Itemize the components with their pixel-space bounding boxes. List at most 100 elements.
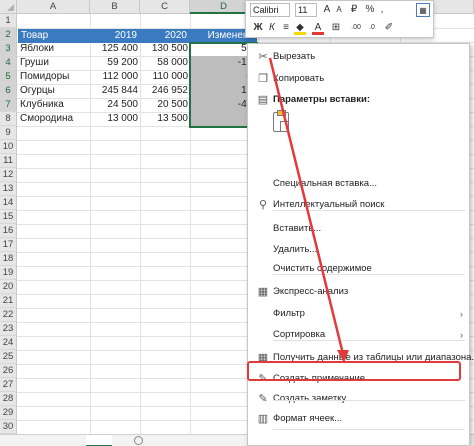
menu-item-3[interactable]: Специальная вставка... — [248, 173, 469, 195]
menu-separator — [273, 400, 465, 401]
row-header-21[interactable]: 21 — [0, 294, 17, 308]
row-header-3[interactable]: 3 — [0, 42, 17, 56]
increase-font-icon[interactable]: A — [321, 3, 333, 17]
menu-item-label: Параметры вставки: — [273, 94, 371, 105]
menu-item-5[interactable]: Вставить... — [248, 218, 469, 240]
menu-item-11[interactable]: ▦ Получить данные из таблицы или диапазон… — [248, 347, 474, 369]
row-header-7[interactable]: 7 — [0, 98, 17, 112]
menu-item-10[interactable]: Сортировка › — [248, 324, 469, 346]
font-name-select[interactable]: Calibri — [250, 3, 290, 17]
cell-product[interactable]: Клубника — [18, 98, 90, 112]
row-header-22[interactable]: 22 — [0, 308, 17, 322]
column-header-b[interactable]: B — [90, 0, 140, 14]
cell-y2020[interactable]: 130 500 — [140, 42, 190, 56]
menu-item-12[interactable]: ✎ Создать примечание — [248, 368, 469, 390]
row-header-12[interactable]: 12 — [0, 168, 17, 182]
cell-y2019[interactable]: 125 400 — [90, 42, 140, 56]
row-header-6[interactable]: 6 — [0, 84, 17, 98]
scissors-icon: ✂ — [258, 51, 268, 63]
copy-icon: ❐ — [258, 73, 268, 85]
menu-item-0[interactable]: ✂ Вырезать — [248, 46, 469, 68]
cell-y2020[interactable]: 110 000 — [140, 70, 190, 84]
menu-item-7[interactable]: Очистить содержимое — [248, 258, 469, 280]
column-header-a[interactable]: A — [17, 0, 90, 14]
row-header-8[interactable]: 8 — [0, 112, 17, 126]
cell-product[interactable]: Смородина — [18, 112, 90, 126]
row-header-26[interactable]: 26 — [0, 364, 17, 378]
decrease-decimal-icon[interactable]: .00 — [349, 21, 363, 35]
paste-options-icon: ▤ — [257, 94, 269, 106]
cell-y2019[interactable]: 59 200 — [90, 56, 140, 70]
row-header-19[interactable]: 19 — [0, 266, 17, 280]
cell-y2020[interactable]: 246 952 — [140, 84, 190, 98]
row-header-20[interactable]: 20 — [0, 280, 17, 294]
row-header-24[interactable]: 24 — [0, 336, 17, 350]
borders-icon[interactable]: ⊞ — [330, 21, 342, 35]
eraser-icon[interactable]: ✐ — [383, 21, 395, 35]
row-header-15[interactable]: 15 — [0, 210, 17, 224]
align-center-icon[interactable]: ≡ — [280, 21, 292, 35]
menu-item-label: Специальная вставка... — [273, 178, 377, 189]
decrease-font-icon[interactable]: A — [334, 3, 344, 17]
percent-format-icon[interactable]: % — [364, 3, 376, 17]
add-sheet-icon[interactable] — [134, 436, 143, 445]
row-header-28[interactable]: 28 — [0, 392, 17, 406]
row-header-5[interactable]: 5 — [0, 70, 17, 84]
font-color-icon[interactable]: A — [312, 21, 324, 35]
menu-item-label: Получить данные из таблицы или диапазона… — [273, 352, 474, 363]
row-header-17[interactable]: 17 — [0, 238, 17, 252]
cell-product[interactable]: Огурцы — [18, 84, 90, 98]
fill-color-icon[interactable]: ◆ — [294, 21, 306, 35]
cell-y2019[interactable]: 13 000 — [90, 112, 140, 126]
cell-product[interactable]: Яблоки — [18, 42, 90, 56]
row-header-14[interactable]: 14 — [0, 196, 17, 210]
font-size-select[interactable]: 11 — [295, 3, 317, 17]
row-header-16[interactable]: 16 — [0, 224, 17, 238]
cell-y2020[interactable]: 13 500 — [140, 112, 190, 126]
row-header-25[interactable]: 25 — [0, 350, 17, 364]
header-cell-product[interactable]: Товар — [18, 29, 90, 43]
menu-separator — [273, 340, 465, 341]
menu-item-1[interactable]: ❐ Копировать — [248, 68, 469, 90]
row-header-9[interactable]: 9 — [0, 126, 17, 140]
cell-product[interactable]: Груши — [18, 56, 90, 70]
menu-item-8[interactable]: ▦ Экспресс-анализ — [248, 281, 469, 303]
row-header-30[interactable]: 30 — [0, 420, 17, 434]
menu-item-13[interactable]: ✎ Создать заметку — [248, 388, 469, 410]
menu-item-4[interactable]: ⚲ Интеллектуальный поиск — [248, 194, 469, 216]
format-cells-icon: ▥ — [257, 413, 269, 425]
row-header-11[interactable]: 11 — [0, 154, 17, 168]
row-header-13[interactable]: 13 — [0, 182, 17, 196]
bold-button[interactable]: Ж — [252, 21, 264, 35]
increase-decimal-icon[interactable]: .0 — [365, 21, 379, 35]
menu-item-2[interactable]: ▤ Параметры вставки: — [248, 89, 469, 111]
thousands-separator-icon[interactable]: , — [377, 3, 387, 17]
menu-item-14[interactable]: ▥ Формат ячеек... — [248, 408, 469, 430]
header-cell-2020[interactable]: 2020 — [140, 29, 190, 43]
cell-y2019[interactable]: 245 844 — [90, 84, 140, 98]
row-header-2[interactable]: 2 — [0, 28, 17, 42]
italic-button[interactable]: К — [266, 21, 278, 35]
note-icon: ✎ — [258, 373, 268, 385]
cell-y2019[interactable]: 24 500 — [90, 98, 140, 112]
column-header-c[interactable]: C — [140, 0, 190, 14]
paste-values-icon[interactable] — [273, 110, 289, 132]
cell-y2020[interactable]: 20 500 — [140, 98, 190, 112]
cell-y2020[interactable]: 58 000 — [140, 56, 190, 70]
row-header-1[interactable]: 1 — [0, 14, 17, 28]
row-header-23[interactable]: 23 — [0, 322, 17, 336]
menu-item-9[interactable]: Фильтр › — [248, 303, 469, 325]
row-header-18[interactable]: 18 — [0, 252, 17, 266]
row-header-29[interactable]: 29 — [0, 406, 17, 420]
row-header-4[interactable]: 4 — [0, 56, 17, 70]
row-header-10[interactable]: 10 — [0, 140, 17, 154]
sheet-tab-active[interactable] — [86, 435, 112, 446]
header-cell-2019[interactable]: 2019 — [90, 29, 140, 43]
row-header-27[interactable]: 27 — [0, 378, 17, 392]
currency-format-icon[interactable]: ₽ — [347, 3, 361, 17]
cell-product[interactable]: Помидоры — [18, 70, 90, 84]
menu-separator — [273, 429, 465, 430]
format-painter-icon[interactable]: ▦ — [416, 3, 430, 17]
select-all-corner[interactable] — [0, 0, 17, 14]
cell-y2019[interactable]: 112 000 — [90, 70, 140, 84]
